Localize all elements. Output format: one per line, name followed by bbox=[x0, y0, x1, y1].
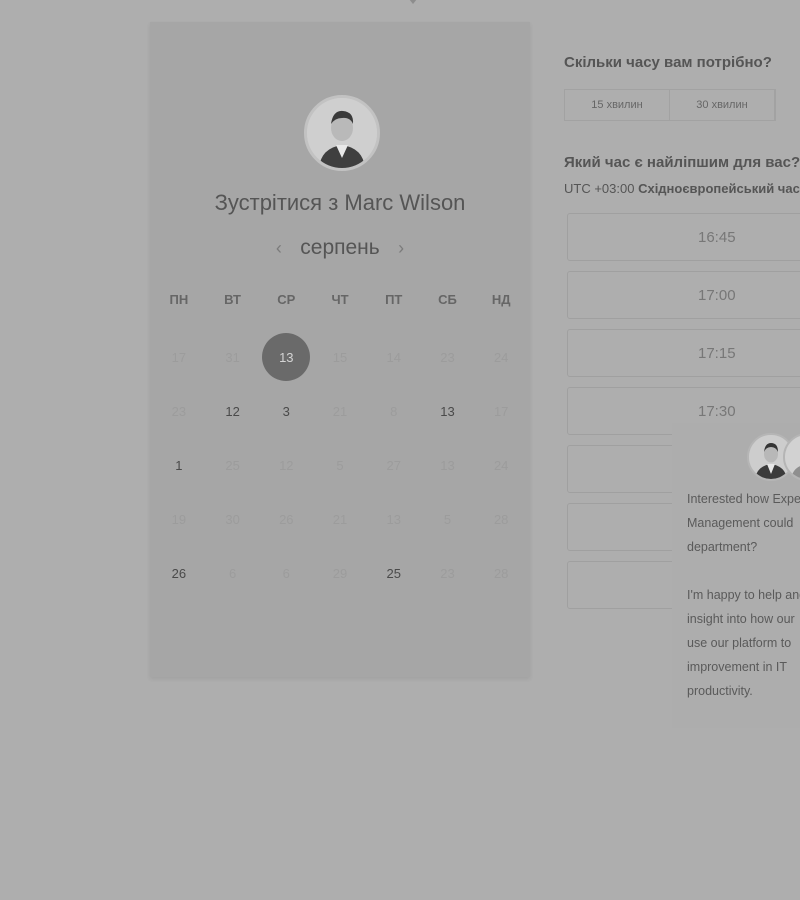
weekday-label: НД bbox=[491, 292, 511, 307]
timezone-label: UTC +03:00 Східноєвропейський час bbox=[564, 181, 800, 196]
calendar-day: 19 bbox=[171, 512, 187, 527]
calendar-day: 31 bbox=[225, 350, 240, 365]
calendar-week: 1 25 12 5 27 13 24 bbox=[152, 454, 528, 478]
calendar-day: 15 bbox=[332, 350, 348, 365]
duration-15-option[interactable]: 15 хвилин bbox=[565, 90, 670, 120]
calendar-day: 24 bbox=[493, 458, 509, 473]
month-label: серпень bbox=[300, 236, 380, 259]
calendar-card: Зустрітися з Marc Wilson ‹ серпень › ПН … bbox=[150, 22, 530, 677]
calendar-week: 23 12 3 21 8 13 17 bbox=[152, 400, 528, 424]
calendar-day: 5 bbox=[443, 512, 452, 527]
weekday-label: ПН bbox=[169, 292, 189, 307]
duration-options: 15 хвилин 30 хвилин bbox=[564, 89, 776, 121]
time-slot[interactable]: 17:15 bbox=[567, 329, 800, 377]
calendar-day: 27 bbox=[386, 458, 401, 473]
calendar-week: 17 31 13 15 14 23 24 bbox=[152, 333, 528, 381]
host-avatar bbox=[304, 95, 380, 171]
calendar-day: 26 bbox=[279, 512, 294, 527]
calendar-day: 6 bbox=[282, 566, 290, 581]
calendar-day: 14 bbox=[386, 350, 401, 365]
calendar-day: 28 bbox=[493, 512, 509, 527]
calendar-day: 28 bbox=[493, 566, 509, 581]
prev-month-icon[interactable]: ‹ bbox=[276, 238, 282, 259]
calendar-day: 23 bbox=[440, 566, 455, 581]
calendar-day: 23 bbox=[440, 350, 455, 365]
weekday-label: СБ bbox=[438, 292, 457, 307]
duration-30-option[interactable]: 30 хвилин bbox=[670, 90, 775, 120]
calendar-day: 5 bbox=[336, 458, 344, 473]
calendar-day: 17 bbox=[493, 404, 509, 419]
calendar-day[interactable]: 1 bbox=[152, 454, 206, 478]
duration-question: Скільки часу вам потрібно? bbox=[564, 54, 772, 71]
chat-popup[interactable]: Interested how Expert Management could d… bbox=[672, 423, 800, 728]
calendar-day[interactable]: 13 bbox=[421, 400, 475, 424]
month-navigation: ‹ серпень › bbox=[150, 236, 530, 260]
weekday-label: СР bbox=[277, 292, 296, 307]
time-question: Який час є найліпшим для вас? bbox=[564, 154, 800, 171]
calendar-day[interactable]: 3 bbox=[259, 400, 313, 424]
top-arrow-decoration bbox=[405, 0, 421, 4]
calendar-week: 19 30 26 21 13 5 28 bbox=[152, 508, 528, 532]
calendar-day: 17 bbox=[171, 350, 187, 365]
meeting-title: Зустрітися з Marc Wilson bbox=[214, 190, 466, 215]
calendar-grid: ПН ВТ СР ЧТ ПТ СБ НД 17 31 13 15 14 23 24 23 12 3… bbox=[152, 292, 528, 586]
calendar-day[interactable]: 12 bbox=[206, 400, 260, 424]
calendar-day: 13 bbox=[440, 458, 455, 473]
calendar-day: 8 bbox=[390, 404, 398, 419]
calendar-day: 21 bbox=[332, 404, 348, 419]
weekday-label: ПТ bbox=[385, 292, 403, 307]
calendar-day: 21 bbox=[332, 512, 348, 527]
timezone-offset: UTC +03:00 bbox=[564, 181, 635, 196]
weekday-label: ВТ bbox=[224, 292, 241, 307]
chat-message: Interested how Expert Management could d… bbox=[687, 492, 800, 698]
selected-day[interactable]: 13 bbox=[259, 333, 313, 381]
calendar-day: 13 bbox=[386, 512, 401, 527]
calendar-day: 12 bbox=[279, 458, 294, 473]
calendar-day[interactable]: 25 bbox=[367, 562, 421, 586]
calendar-week: 26 6 6 29 25 23 28 bbox=[152, 562, 528, 586]
weekday-label: ЧТ bbox=[331, 292, 349, 307]
time-slot[interactable]: 16:45 bbox=[567, 213, 800, 261]
calendar-day: 23 bbox=[171, 404, 187, 419]
calendar-day[interactable]: 26 bbox=[152, 562, 206, 586]
calendar-day: 24 bbox=[493, 350, 509, 365]
timezone-name: Східноєвропейський час bbox=[638, 181, 800, 196]
calendar-day: 25 bbox=[225, 458, 240, 473]
time-slot[interactable]: 17:00 bbox=[567, 271, 800, 319]
calendar-day: 6 bbox=[228, 566, 237, 581]
calendar-day: 30 bbox=[225, 512, 240, 527]
calendar-day: 29 bbox=[332, 566, 348, 581]
next-month-icon[interactable]: › bbox=[398, 238, 404, 259]
weekday-header: ПН ВТ СР ЧТ ПТ СБ НД bbox=[152, 292, 528, 316]
